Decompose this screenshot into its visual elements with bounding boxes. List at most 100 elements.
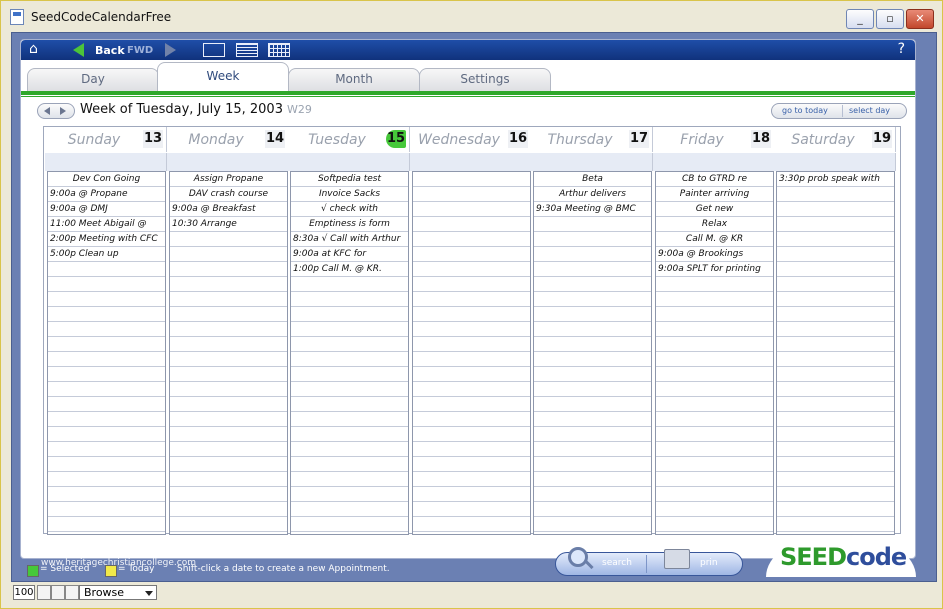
appointment-slot[interactable] <box>413 382 530 397</box>
tab-day[interactable]: Day <box>27 68 159 91</box>
appointment-slot[interactable] <box>413 322 530 337</box>
appointment-slot[interactable] <box>413 412 530 427</box>
appointment-slot[interactable] <box>777 292 894 307</box>
toggle-status-icon[interactable] <box>65 585 79 600</box>
appointment-slot[interactable] <box>170 472 287 487</box>
appointment-slot[interactable]: 9:00a @ Brookings <box>656 247 773 262</box>
appointment-slot[interactable]: Invoice Sacks <box>291 187 408 202</box>
all-day-band[interactable] <box>531 153 653 171</box>
appointment-slot[interactable] <box>534 232 651 247</box>
appointment-slot[interactable] <box>656 292 773 307</box>
day-number[interactable]: 19 <box>872 130 892 148</box>
all-day-band[interactable] <box>410 153 532 171</box>
title-bar[interactable]: SeedCodeCalendarFree _ ▫ ✕ <box>1 1 942 31</box>
appointment-slot[interactable] <box>413 442 530 457</box>
appointment-slot[interactable] <box>777 412 894 427</box>
appointment-slot[interactable] <box>777 247 894 262</box>
appointment-slot[interactable] <box>534 352 651 367</box>
appointment-slot[interactable] <box>48 427 165 442</box>
appointment-slot[interactable] <box>291 517 408 532</box>
appointment-slot[interactable] <box>656 337 773 352</box>
minimize-button[interactable]: _ <box>846 9 874 29</box>
day-number[interactable]: 16 <box>508 130 528 148</box>
appointment-slot[interactable] <box>170 352 287 367</box>
appointment-slot[interactable] <box>413 457 530 472</box>
all-day-band[interactable] <box>653 153 775 171</box>
appointment-slot[interactable]: Softpedia test <box>291 172 408 187</box>
day-header[interactable]: Tuesday 15 <box>288 127 410 152</box>
appointment-slot[interactable] <box>413 517 530 532</box>
maximize-button[interactable]: ▫ <box>876 9 904 29</box>
day-column-tuesday[interactable]: Tuesday 15 Softpedia test Invoice Sacks √ ch… <box>288 127 410 535</box>
appointment-slot[interactable] <box>170 367 287 382</box>
appointment-slot[interactable] <box>170 442 287 457</box>
appointment-slot[interactable]: 9:00a at KFC for <box>291 247 408 262</box>
appointment-slot[interactable] <box>48 502 165 517</box>
appointment-slot[interactable] <box>534 502 651 517</box>
appointment-slot[interactable] <box>48 487 165 502</box>
back-arrow-icon[interactable] <box>73 43 84 57</box>
appointment-slot[interactable] <box>534 427 651 442</box>
appointment-slot[interactable] <box>777 262 894 277</box>
appointment-slot[interactable]: Call M. @ KR <box>656 232 773 247</box>
appointment-slot[interactable] <box>170 307 287 322</box>
grid-view-icon[interactable] <box>268 43 290 57</box>
day-column-sunday[interactable]: Sunday 13 Dev Con Going 9:00a @ Propane 9:00… <box>45 127 167 535</box>
appointment-slot[interactable] <box>777 187 894 202</box>
appointment-slot[interactable] <box>413 307 530 322</box>
appointment-slot[interactable] <box>413 202 530 217</box>
all-day-band[interactable] <box>45 153 167 171</box>
appointment-slot[interactable] <box>48 307 165 322</box>
zoom-in-icon[interactable] <box>51 585 65 600</box>
appointment-slot[interactable] <box>413 352 530 367</box>
day-header[interactable]: Friday 18 <box>653 127 775 152</box>
appointment-slot[interactable]: Emptiness is form <box>291 217 408 232</box>
appointment-slot[interactable] <box>656 307 773 322</box>
appointment-slot[interactable] <box>534 412 651 427</box>
appointment-slot[interactable] <box>534 442 651 457</box>
appointment-slot[interactable] <box>170 292 287 307</box>
appointment-slot[interactable] <box>170 517 287 532</box>
appointment-slot[interactable] <box>48 262 165 277</box>
appointment-slot[interactable]: Get new <box>656 202 773 217</box>
appointment-slot[interactable] <box>291 472 408 487</box>
appointment-slot[interactable] <box>413 187 530 202</box>
appointment-slot[interactable]: 9:00a @ Propane <box>48 187 165 202</box>
day-number[interactable]: 18 <box>751 130 771 148</box>
appointment-slot[interactable] <box>413 172 530 187</box>
appointment-slot[interactable] <box>656 502 773 517</box>
all-day-band[interactable] <box>167 153 289 171</box>
appointment-slot[interactable] <box>170 457 287 472</box>
appointment-slot[interactable] <box>48 412 165 427</box>
appointment-slot[interactable] <box>291 292 408 307</box>
day-header[interactable]: Sunday 13 <box>45 127 167 152</box>
tab-month[interactable]: Month <box>288 68 420 91</box>
appointment-slot[interactable] <box>291 502 408 517</box>
appointment-slot[interactable]: √ check with <box>291 202 408 217</box>
appointment-slot[interactable]: 9:00a @ Breakfast <box>170 202 287 217</box>
appointment-slot[interactable]: 1:00p Call M. @ KR. <box>291 262 408 277</box>
day-number[interactable]: 13 <box>143 130 163 148</box>
appointment-slot[interactable] <box>413 337 530 352</box>
appointment-slot[interactable] <box>534 337 651 352</box>
appointment-slot[interactable]: Assign Propane <box>170 172 287 187</box>
appointment-slot[interactable] <box>777 277 894 292</box>
appointment-slot[interactable] <box>534 472 651 487</box>
appointment-slot[interactable] <box>413 367 530 382</box>
appointment-slot[interactable] <box>413 292 530 307</box>
appointment-slot[interactable]: 5:00p Clean up <box>48 247 165 262</box>
appointment-slot[interactable] <box>413 232 530 247</box>
appointment-slot[interactable] <box>656 412 773 427</box>
appointment-slot[interactable] <box>170 232 287 247</box>
appointment-slot[interactable] <box>656 382 773 397</box>
appointment-slot[interactable] <box>534 292 651 307</box>
appointment-slot[interactable] <box>48 382 165 397</box>
appointment-slot[interactable] <box>656 352 773 367</box>
print-button[interactable]: prin <box>700 558 718 568</box>
appointment-slot[interactable] <box>413 397 530 412</box>
appointment-slot[interactable] <box>534 382 651 397</box>
appointment-slot[interactable] <box>291 457 408 472</box>
all-day-band[interactable] <box>774 153 896 171</box>
day-column-saturday[interactable]: Saturday 19 3:30p prob speak with <box>774 127 896 535</box>
appointment-slot[interactable] <box>291 277 408 292</box>
